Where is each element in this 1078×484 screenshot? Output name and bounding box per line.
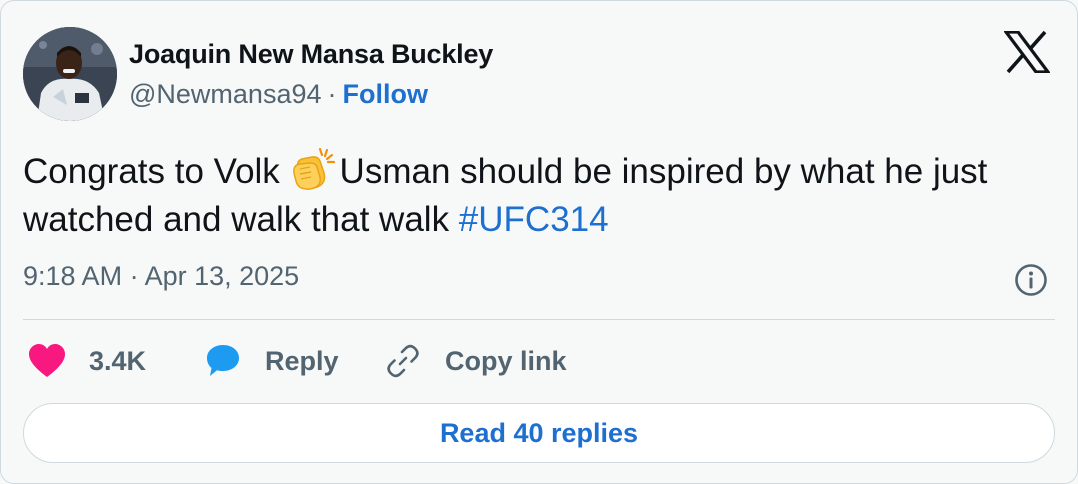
- tweet-text-part1: Congrats to Volk: [23, 152, 290, 191]
- follow-button[interactable]: Follow: [343, 79, 428, 109]
- read-replies-button[interactable]: Read 40 replies: [23, 403, 1055, 463]
- link-icon: [387, 344, 419, 378]
- separator-dot: ·: [327, 79, 337, 109]
- avatar-photo: [23, 27, 117, 121]
- tweet-timestamp[interactable]: 9:18 AM · Apr 13, 2025: [23, 261, 299, 292]
- divider: [23, 319, 1055, 320]
- like-button[interactable]: 3.4K: [27, 339, 146, 383]
- like-count: 3.4K: [89, 345, 147, 376]
- tweet-card: Joaquin New Mansa Buckley @Newmansa94 · Fo…: [0, 0, 1078, 484]
- x-logo-icon[interactable]: [1004, 31, 1050, 73]
- author-handle-row: @Newmansa94 · Follow: [129, 79, 428, 110]
- author-name[interactable]: Joaquin New Mansa Buckley: [129, 39, 493, 70]
- reply-button[interactable]: Reply: [205, 339, 339, 383]
- avatar[interactable]: [23, 27, 117, 121]
- info-icon[interactable]: [1014, 263, 1048, 297]
- read-replies-label: Read 40 replies: [439, 417, 639, 448]
- tweet-text: Congrats to Volk Usman should be inspire…: [23, 147, 1053, 244]
- hashtag-link[interactable]: #UFC314: [459, 200, 609, 239]
- copy-link-button[interactable]: Copy link: [385, 339, 567, 383]
- clapping-hands-icon: [290, 147, 340, 191]
- copy-link-label: Copy link: [445, 345, 567, 376]
- reply-label: Reply: [265, 345, 339, 376]
- author-handle[interactable]: @Newmansa94: [129, 79, 322, 109]
- heart-icon: [29, 344, 65, 377]
- reply-bubble-icon: [207, 345, 239, 376]
